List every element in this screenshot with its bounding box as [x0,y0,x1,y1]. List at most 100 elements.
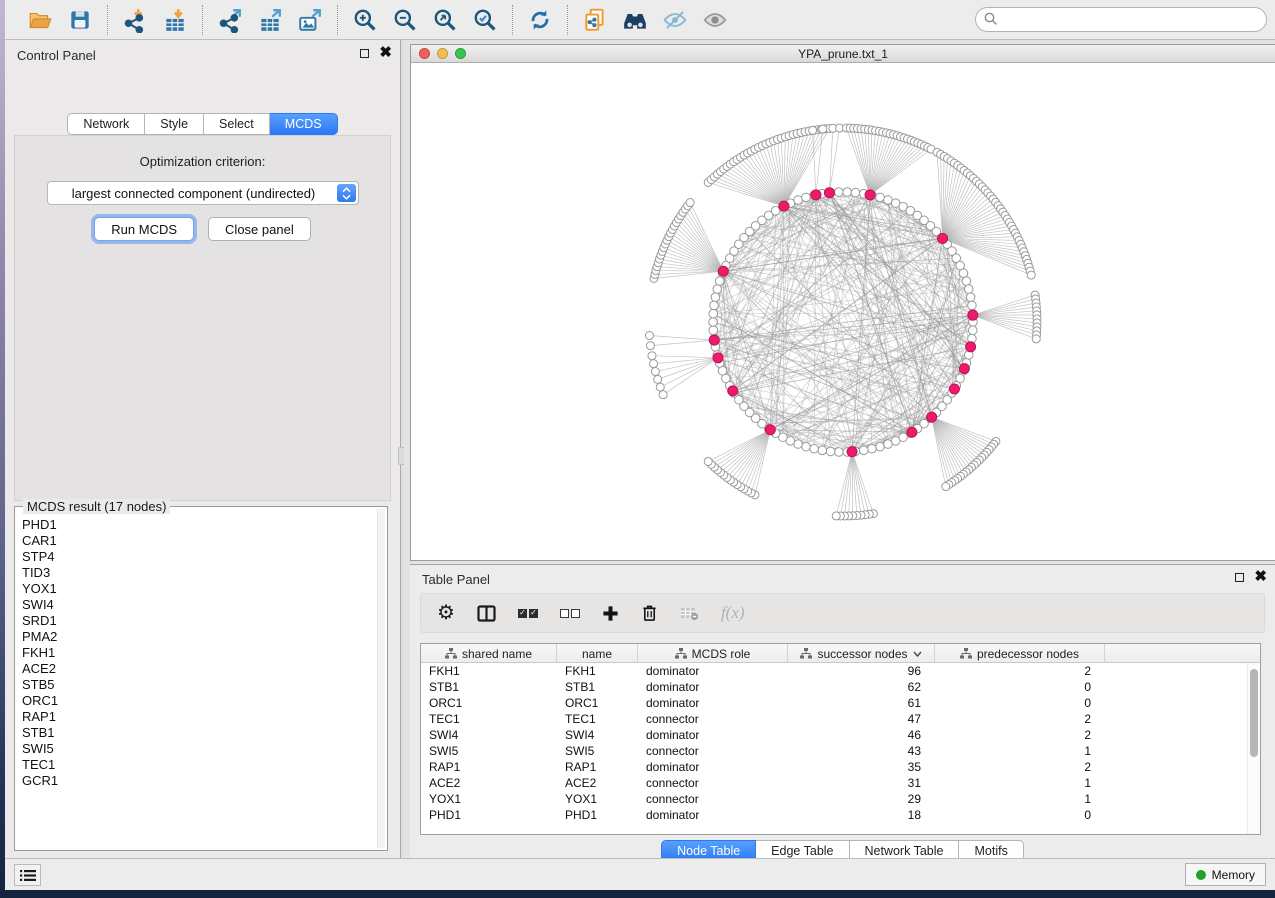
cell-successor-nodes[interactable]: 46 [788,727,935,743]
show-columns-icon[interactable] [477,601,496,625]
close-panel-icon[interactable]: ✖ [379,48,392,58]
cell-mcds-role[interactable]: connector [638,791,788,807]
column-header-name[interactable]: name [557,644,638,663]
cell-mcds-role[interactable]: dominator [638,695,788,711]
cell-successor-nodes[interactable]: 29 [788,791,935,807]
mcds-result-item[interactable]: SWI5 [17,741,377,757]
cell-mcds-role[interactable]: connector [638,743,788,759]
mcds-result-item[interactable]: PHD1 [17,517,377,533]
cell-predecessor-nodes[interactable]: 0 [935,695,1105,711]
cell-name[interactable]: YOX1 [557,791,638,807]
cell-mcds-role[interactable]: connector [638,775,788,791]
tab-mcds[interactable]: MCDS [270,113,338,135]
column-header-shared-name[interactable]: shared name [421,644,557,663]
mcds-result-item[interactable]: STB1 [17,725,377,741]
cell-shared-name[interactable]: STB1 [421,679,557,695]
mcds-result-item[interactable]: SWI4 [17,597,377,613]
cell-shared-name[interactable]: TEC1 [421,711,557,727]
create-column-plus-icon[interactable] [602,601,619,625]
cell-predecessor-nodes[interactable]: 0 [935,807,1105,823]
cell-shared-name[interactable]: RAP1 [421,759,557,775]
cell-successor-nodes[interactable]: 61 [788,695,935,711]
zoom-selected-icon[interactable] [468,4,502,36]
table-scrollbar-thumb[interactable] [1250,669,1258,757]
cell-predecessor-nodes[interactable]: 1 [935,775,1105,791]
cell-predecessor-nodes[interactable]: 2 [935,727,1105,743]
cell-mcds-role[interactable]: dominator [638,663,788,679]
cell-successor-nodes[interactable]: 31 [788,775,935,791]
mcds-result-item[interactable]: STB5 [17,677,377,693]
mcds-result-item[interactable]: RAP1 [17,709,377,725]
cell-mcds-role[interactable]: dominator [638,807,788,823]
close-panel-button[interactable]: Close panel [208,217,311,241]
column-header-successor-nodes[interactable]: successor nodes [788,644,935,663]
float-panel-icon[interactable] [360,49,369,58]
zoom-out-icon[interactable] [388,4,422,36]
cell-name[interactable]: SWI4 [557,727,638,743]
cell-shared-name[interactable]: SWI5 [421,743,557,759]
table-row[interactable]: PHD1PHD1dominator180 [421,807,1260,823]
table-settings-gear-icon[interactable]: ⚙ [437,601,455,625]
cell-mcds-role[interactable]: dominator [638,679,788,695]
table-row[interactable]: RAP1RAP1dominator352 [421,759,1260,775]
cell-successor-nodes[interactable]: 47 [788,711,935,727]
cell-name[interactable]: STB1 [557,679,638,695]
cell-predecessor-nodes[interactable]: 2 [935,759,1105,775]
cell-name[interactable]: ACE2 [557,775,638,791]
delete-column-trash-icon[interactable] [641,601,658,625]
cell-name[interactable]: SWI5 [557,743,638,759]
import-network-icon[interactable] [118,4,152,36]
table-row[interactable]: SWI4SWI4dominator462 [421,727,1260,743]
criterion-dropdown[interactable]: largest connected component (undirected) [47,181,359,205]
mcds-result-item[interactable]: CAR1 [17,533,377,549]
cell-predecessor-nodes[interactable]: 1 [935,743,1105,759]
mcds-result-item[interactable]: ACE2 [17,661,377,677]
export-table-icon[interactable] [253,4,287,36]
cell-mcds-role[interactable]: dominator [638,759,788,775]
cell-successor-nodes[interactable]: 43 [788,743,935,759]
cell-mcds-role[interactable]: dominator [638,727,788,743]
zoom-window-icon[interactable] [455,48,466,59]
cell-name[interactable]: ORC1 [557,695,638,711]
memory-button[interactable]: Memory [1185,863,1266,886]
table-row[interactable]: SWI5SWI5connector431 [421,743,1260,759]
cell-successor-nodes[interactable]: 18 [788,807,935,823]
search-input[interactable] [975,7,1267,32]
cell-shared-name[interactable]: PHD1 [421,807,557,823]
cell-shared-name[interactable]: SWI4 [421,727,557,743]
cell-successor-nodes[interactable]: 62 [788,679,935,695]
open-file-icon[interactable] [23,4,57,36]
cell-shared-name[interactable]: ACE2 [421,775,557,791]
import-table-icon[interactable] [158,4,192,36]
table-row[interactable]: FKH1FKH1dominator962 [421,663,1260,679]
cell-mcds-role[interactable]: connector [638,711,788,727]
close-table-panel-icon[interactable]: ✖ [1254,572,1267,582]
delete-table-icon[interactable] [680,601,699,625]
tab-network[interactable]: Network [67,113,145,135]
mcds-result-item[interactable]: SRD1 [17,613,377,629]
cell-name[interactable]: PHD1 [557,807,638,823]
column-header-mcds-role[interactable]: MCDS role [638,644,788,663]
cell-shared-name[interactable]: YOX1 [421,791,557,807]
mcds-result-item[interactable]: TEC1 [17,757,377,773]
table-row[interactable]: ACE2ACE2connector311 [421,775,1260,791]
mcds-result-item[interactable]: STP4 [17,549,377,565]
mcds-result-scrollbar[interactable] [377,509,385,848]
save-session-icon[interactable] [63,4,97,36]
run-mcds-button[interactable]: Run MCDS [94,217,194,241]
mcds-result-item[interactable]: YOX1 [17,581,377,597]
mcds-result-item[interactable]: FKH1 [17,645,377,661]
unselect-all-columns-icon[interactable] [560,601,580,625]
cell-predecessor-nodes[interactable]: 1 [935,791,1105,807]
export-network-icon[interactable] [213,4,247,36]
cell-name[interactable]: FKH1 [557,663,638,679]
select-all-columns-icon[interactable]: ✓ ✓ [518,601,538,625]
cell-predecessor-nodes[interactable]: 2 [935,711,1105,727]
mcds-result-item[interactable]: TID3 [17,565,377,581]
close-window-icon[interactable] [419,48,430,59]
zoom-in-icon[interactable] [348,4,382,36]
cell-name[interactable]: TEC1 [557,711,638,727]
cell-predecessor-nodes[interactable]: 2 [935,663,1105,679]
float-table-panel-icon[interactable] [1235,573,1244,582]
mcds-result-item[interactable]: ORC1 [17,693,377,709]
